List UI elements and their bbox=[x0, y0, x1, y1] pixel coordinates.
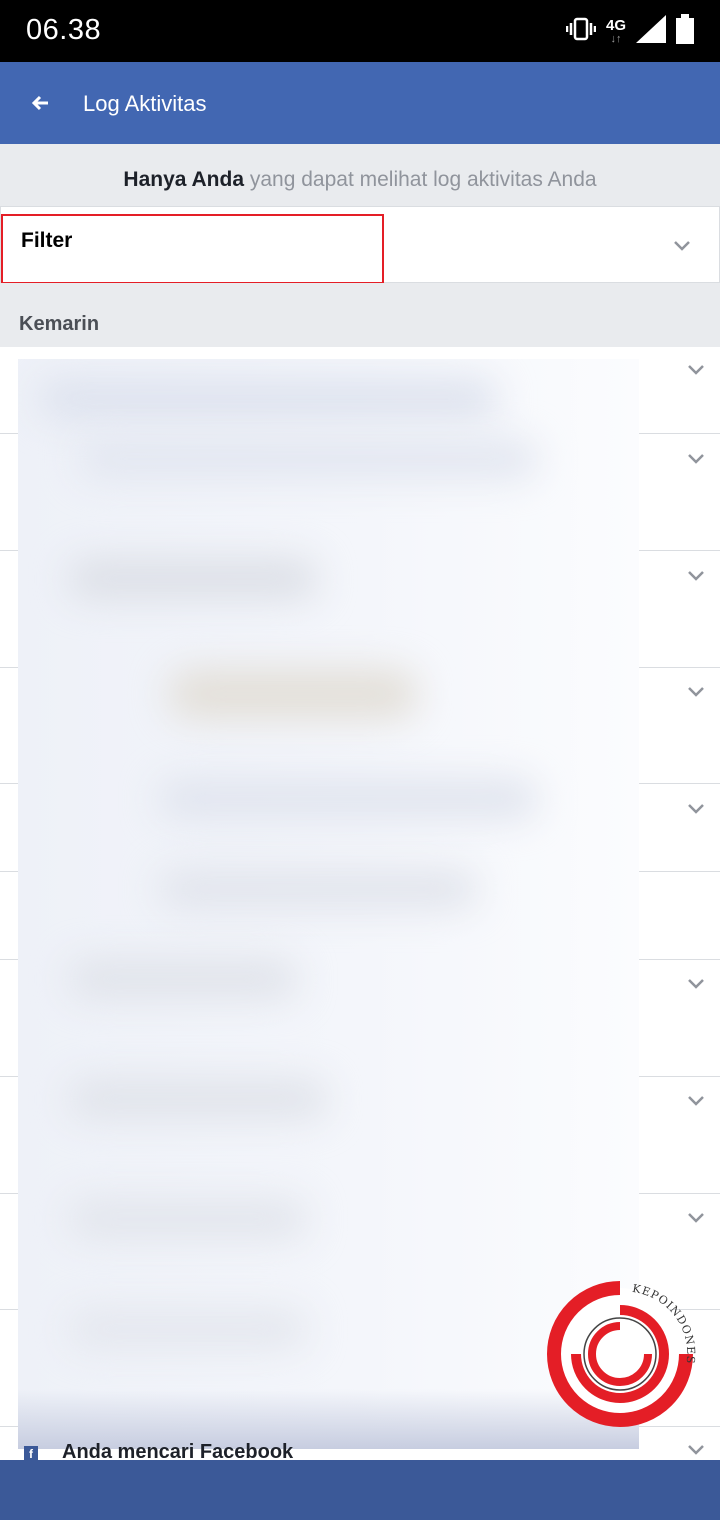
status-icons: 4G ↓↑ bbox=[565, 13, 694, 49]
chevron-down-icon[interactable] bbox=[687, 686, 705, 698]
status-time: 06.38 bbox=[26, 14, 102, 46]
network-arrows-icon: ↓↑ bbox=[610, 32, 622, 45]
bottom-navigation-bar bbox=[0, 1460, 720, 1520]
section-label: Kemarin bbox=[19, 313, 100, 335]
filter-dropdown[interactable]: Filter bbox=[0, 206, 720, 284]
watermark-logo: KEPOINDONESIA bbox=[535, 1264, 700, 1434]
status-bar: 06.38 4G ↓↑ bbox=[0, 0, 720, 62]
battery-icon bbox=[676, 13, 694, 49]
network-indicator: 4G ↓↑ bbox=[606, 18, 626, 45]
privacy-notice: Hanya Anda yang dapat melihat log aktivi… bbox=[0, 144, 720, 206]
section-header: Kemarin bbox=[0, 283, 720, 347]
chevron-down-icon[interactable] bbox=[687, 453, 705, 465]
privacy-notice-text: yang dapat melihat log aktivitas Anda bbox=[244, 168, 597, 191]
network-label: 4G bbox=[605, 16, 626, 34]
vibrate-icon bbox=[565, 17, 597, 46]
list-item-text: Anda mencari Facebook bbox=[62, 1441, 294, 1460]
chevron-down-icon[interactable] bbox=[687, 978, 705, 990]
chevron-down-icon[interactable] bbox=[687, 570, 705, 582]
back-arrow-icon[interactable] bbox=[30, 88, 54, 118]
chevron-down-icon[interactable] bbox=[673, 240, 691, 252]
page-title: Log Aktivitas bbox=[83, 91, 207, 116]
app-bar: Log Aktivitas bbox=[0, 62, 720, 144]
signal-icon bbox=[636, 14, 666, 48]
chevron-down-icon[interactable] bbox=[687, 1212, 705, 1224]
chevron-down-icon[interactable] bbox=[687, 803, 705, 815]
list-item[interactable]: f Anda mencari Facebook bbox=[0, 1440, 720, 1460]
privacy-notice-bold: Hanya Anda bbox=[123, 168, 245, 191]
chevron-down-icon[interactable] bbox=[687, 364, 705, 376]
facebook-icon: f bbox=[24, 1446, 38, 1460]
chevron-down-icon[interactable] bbox=[687, 1095, 705, 1107]
highlight-box bbox=[1, 214, 384, 284]
